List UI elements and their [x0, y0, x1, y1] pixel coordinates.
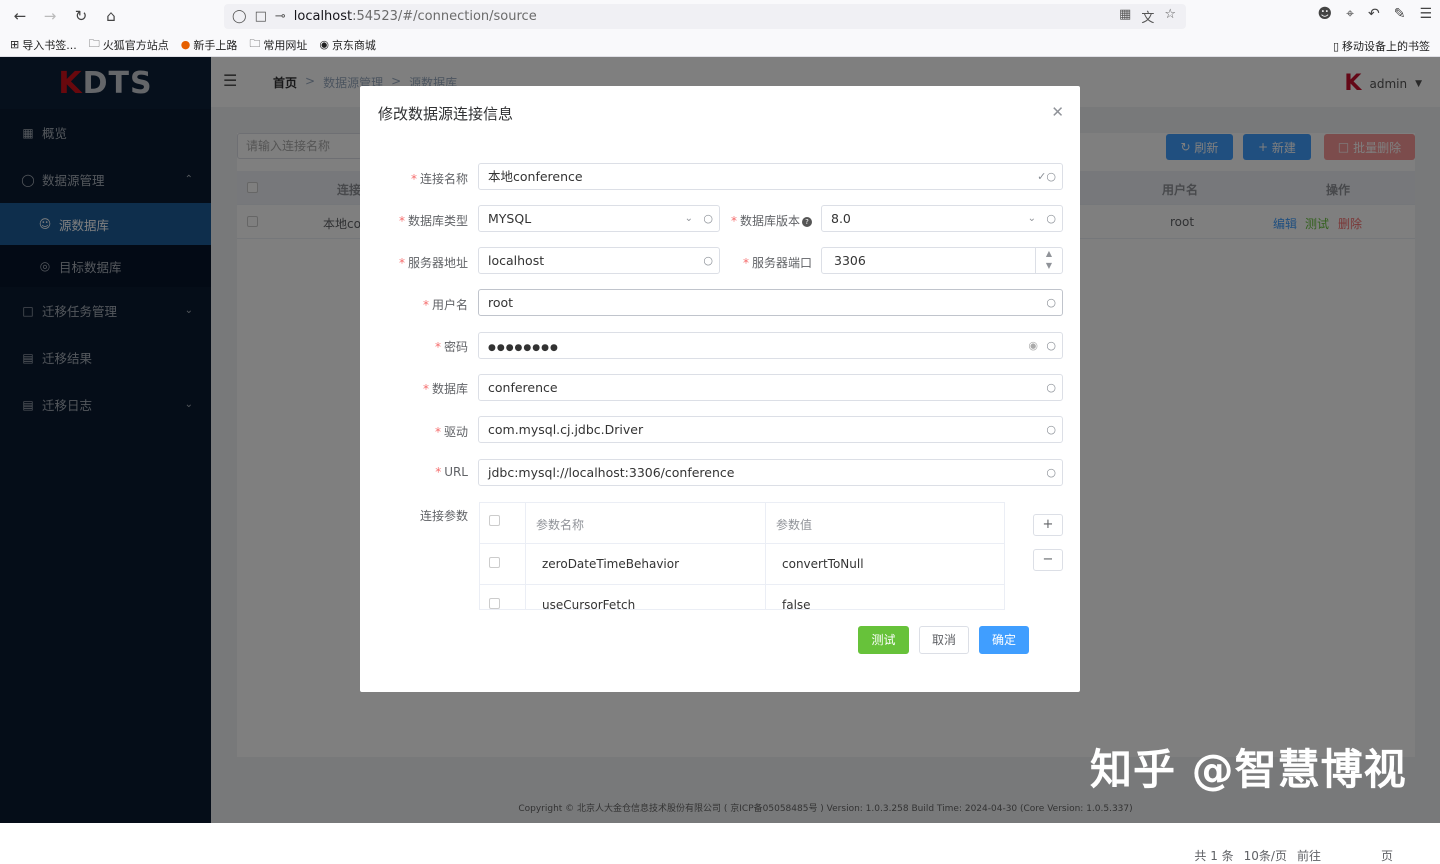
key-icon: ⊸ — [274, 9, 286, 24]
shield-icon: ◯ — [232, 9, 247, 24]
import-icon: ⊞ — [10, 38, 20, 51]
page-jump-input[interactable] — [1331, 847, 1371, 864]
qr-icon[interactable]: ▦ — [1119, 7, 1131, 26]
back-icon[interactable]: ← — [5, 1, 35, 31]
crop-icon[interactable]: ⌖ — [1346, 6, 1354, 22]
browser-toolbar: ← → ↻ ⌂ ◯ □ ⊸ localhost :54523/#/connect… — [0, 0, 1440, 33]
param-value[interactable]: false — [782, 598, 811, 609]
server-addr-field[interactable]: localhost ○ — [478, 247, 720, 274]
server-port-stepper[interactable]: 3306 ▲ ▼ — [821, 247, 1063, 274]
bookmark-jd[interactable]: ◉ 京东商城 — [319, 37, 376, 53]
bookmark-common-sites[interactable]: 🗀 常用网址 — [249, 35, 307, 54]
database-label: * 数据库 — [422, 382, 468, 396]
url-label: * URL — [435, 465, 468, 479]
server-port-label: * 服务器端口 — [742, 256, 812, 270]
username-field[interactable]: root ○ — [478, 289, 1063, 316]
url-path: :54523/#/connection/source — [352, 9, 537, 24]
test-button[interactable]: 测试 — [858, 626, 909, 654]
eye-hidden-icon[interactable]: ◉ — [1028, 333, 1038, 358]
home-icon[interactable]: ⌂ — [96, 1, 126, 31]
globe-icon: ◉ — [319, 38, 329, 51]
params-header: 参数名称 参数值 — [480, 503, 1004, 544]
chevron-down-icon: ⌄ — [1027, 213, 1036, 224]
help-icon[interactable]: ? — [802, 216, 812, 227]
dialog-title: 修改数据源连接信息 — [378, 105, 514, 123]
folder-icon: 🗀 — [249, 37, 261, 50]
check-circle-icon: ○ — [1046, 381, 1056, 394]
check-circle-icon: ○ — [1046, 212, 1056, 225]
driver-label: * 驱动 — [434, 425, 468, 439]
reload-icon[interactable]: ↻ — [66, 1, 96, 31]
undo-icon[interactable]: ↶ — [1368, 6, 1380, 22]
page-size-select[interactable]: 10条/页 — [1244, 847, 1287, 864]
menu-icon[interactable]: ☰ — [1419, 6, 1432, 22]
password-field[interactable]: ●●●●●●●● ◉ ○ — [478, 332, 1063, 359]
password-label: * 密码 — [434, 340, 468, 354]
server-addr-label: * 服务器地址 — [398, 256, 468, 270]
add-param-button[interactable]: + — [1033, 514, 1063, 536]
edit-connection-dialog: 修改数据源连接信息 ✕ * 连接名称 本地conference ✓○ * 数据库类型… — [360, 86, 1080, 692]
params-table: 参数名称 参数值 zeroDateTimeBehavior convertToN… — [479, 502, 1005, 610]
bookmark-import[interactable]: ⊞ 导入书签... — [10, 37, 77, 53]
folder-icon: 🗀 — [88, 37, 100, 50]
account-icon[interactable]: ☻ — [1317, 6, 1332, 22]
check-circle-icon: ○ — [1046, 296, 1056, 309]
conn-name-label: * 连接名称 — [410, 172, 468, 186]
chevron-down-icon: ⌄ — [684, 213, 693, 224]
url-host: localhost — [293, 9, 353, 24]
url-field[interactable]: jdbc:mysql://localhost:3306/conference ○ — [478, 459, 1063, 486]
increment-icon[interactable]: ▲ — [1036, 248, 1062, 260]
username-label: * 用户名 — [422, 298, 468, 312]
row-checkbox[interactable] — [489, 598, 500, 609]
param-name[interactable]: zeroDateTimeBehavior — [542, 557, 679, 571]
database-field[interactable]: conference ○ — [478, 374, 1063, 401]
url-bar[interactable]: ◯ □ ⊸ localhost :54523/#/connection/sour… — [224, 4, 1186, 29]
db-version-label: * 数据库版本? — [712, 212, 812, 229]
firefox-icon: ● — [180, 38, 191, 51]
table-row: zeroDateTimeBehavior convertToNull — [480, 544, 1004, 585]
star-icon[interactable]: ☆ — [1164, 7, 1176, 26]
db-type-label: * 数据库类型 — [398, 214, 468, 228]
page-icon: □ — [254, 9, 267, 24]
db-version-select[interactable]: 8.0 ⌄ ○ — [821, 205, 1063, 232]
check-circle-icon: ✓○ — [1037, 170, 1056, 183]
extensions-icon[interactable]: ✎ — [1394, 6, 1406, 22]
cancel-button[interactable]: 取消 — [919, 626, 969, 654]
phone-icon: ▯ — [1332, 39, 1339, 53]
bookmark-mobile[interactable]: ▯ 移动设备上的书签 — [1333, 38, 1430, 54]
translate-icon[interactable]: 文 — [1141, 7, 1154, 26]
driver-field[interactable]: com.mysql.cj.jdbc.Driver ○ — [478, 416, 1063, 443]
forward-icon[interactable]: → — [35, 1, 65, 31]
bookmarks-bar: ⊞ 导入书签... 🗀 火狐官方站点 ● 新手上路 🗀 常用网址 ◉ 京东商城 ▯ 移动设备… — [0, 33, 1440, 57]
param-name[interactable]: useCursorFetch — [542, 598, 635, 609]
close-icon[interactable]: ✕ — [1051, 103, 1064, 121]
check-circle-icon: ○ — [1046, 466, 1056, 479]
decrement-icon[interactable]: ▼ — [1036, 260, 1062, 272]
confirm-button[interactable]: 确定 — [979, 626, 1029, 654]
check-circle-icon: ○ — [1046, 423, 1056, 436]
conn-name-field[interactable]: 本地conference ✓○ — [478, 163, 1063, 190]
watermark: 知乎 @智慧博视 — [1090, 745, 1407, 794]
check-circle-icon: ○ — [1046, 339, 1056, 352]
param-value[interactable]: convertToNull — [782, 557, 864, 571]
pagination: 共 1 条 10条/页 前往 页 — [1194, 847, 1393, 864]
row-checkbox[interactable] — [489, 557, 500, 568]
stepper-arrows[interactable]: ▲ ▼ — [1035, 248, 1062, 273]
remove-param-button[interactable]: − — [1033, 549, 1063, 571]
bookmark-getting-started[interactable]: ● 新手上路 — [181, 37, 238, 53]
bookmark-firefox-site[interactable]: 🗀 火狐官方站点 — [89, 35, 169, 54]
params-label: 连接参数 — [419, 509, 468, 523]
select-all-checkbox[interactable] — [489, 515, 500, 526]
db-type-select[interactable]: MYSQL ⌄ ○ — [478, 205, 720, 232]
table-row: useCursorFetch false — [480, 585, 1004, 609]
